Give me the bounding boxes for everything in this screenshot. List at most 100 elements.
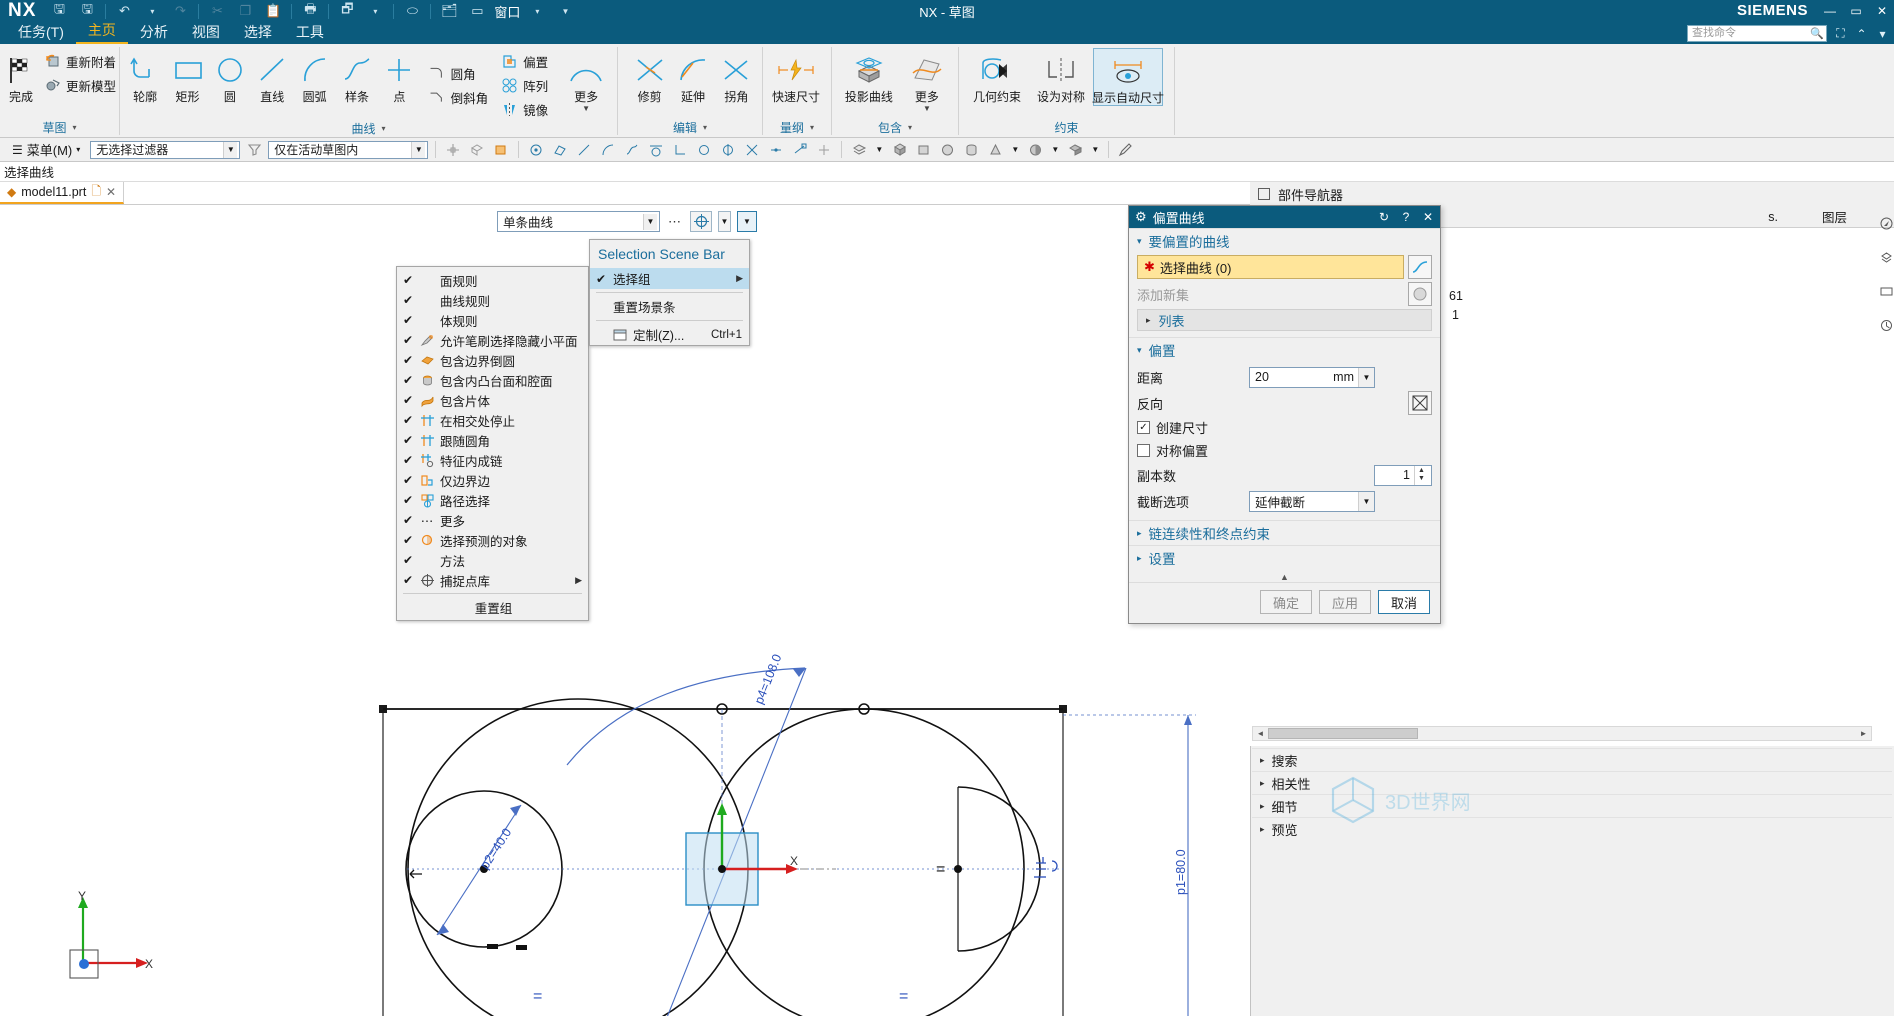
perpendicular-snap-icon[interactable] — [670, 140, 690, 160]
copy-icon[interactable]: ❐ — [232, 1, 258, 21]
ribbon-group-label-sketch[interactable]: 草图 ▾ — [0, 119, 119, 137]
window-menu-caret-icon[interactable]: ▾ — [524, 1, 550, 21]
reset-icon[interactable]: ↻ — [1376, 210, 1392, 224]
mirror-button[interactable]: 镜像 — [499, 98, 553, 120]
midpoint-snap-icon[interactable] — [766, 140, 786, 160]
qat-overflow-icon[interactable]: ▼ — [552, 1, 578, 21]
window-switch-icon[interactable]: 🗗 — [334, 1, 360, 21]
layer-settings-icon[interactable] — [849, 140, 869, 160]
menu-item-path-selection[interactable]: ✔ 路径选择 — [397, 490, 588, 510]
accordion-search[interactable]: ▸ 搜索 — [1252, 748, 1892, 771]
ribbon-group-label-include[interactable]: 包含 ▾ — [832, 119, 958, 137]
tab-tools[interactable]: 工具 — [284, 22, 336, 44]
section-curves-to-offset[interactable]: ▾ 要偏置的曲线 — [1129, 228, 1440, 253]
create-dimension-row[interactable]: ✓ 创建尺寸 — [1137, 416, 1432, 439]
distance-input[interactable]: 20 mm ▼ — [1249, 366, 1375, 388]
ok-button[interactable]: 确定 — [1260, 590, 1312, 614]
window-menu-label[interactable]: 窗口 — [492, 1, 522, 21]
ribbon-group-label-edit[interactable]: 编辑 ▾ — [618, 119, 762, 137]
tangent-snap-icon[interactable] — [646, 140, 666, 160]
section-offset[interactable]: ▾ 偏置 — [1129, 337, 1440, 362]
tab-home[interactable]: 主页 — [75, 20, 128, 44]
selection-scene-bar-menu[interactable]: Selection Scene Bar ✔ 选择组 ▶ 重置场景条 定制(Z).… — [589, 239, 750, 346]
pencil-icon[interactable] — [1116, 140, 1136, 160]
scene-menu-item-reset-scene-bar[interactable]: 重置场景条 — [590, 296, 749, 317]
reverse-direction-icon[interactable] — [1408, 391, 1432, 415]
line-snap-icon[interactable] — [574, 140, 594, 160]
tab-view[interactable]: 视图 — [180, 22, 232, 44]
cut-icon[interactable]: ✂ — [204, 1, 230, 21]
menu-button[interactable]: ☰ 菜单(M) ▾ — [6, 140, 86, 159]
menu-item-method[interactable]: ✔ 方法 — [397, 550, 588, 570]
make-symmetric-button[interactable]: 设为对称 — [1029, 48, 1093, 104]
chevron-down-icon[interactable]: ▾ — [810, 120, 814, 136]
chevron-down-icon[interactable]: ▼ — [1358, 491, 1374, 511]
system-icon[interactable] — [1878, 274, 1894, 308]
block-icon[interactable] — [913, 140, 933, 160]
trim-option-combo[interactable]: 延伸截断 ▼ — [1249, 490, 1375, 512]
dialog-collapse-handle[interactable]: ▲ — [1129, 570, 1440, 582]
chamfer-button[interactable]: 倒斜角 — [427, 86, 494, 108]
scroll-right-icon[interactable]: ► — [1856, 727, 1871, 740]
corner-button[interactable]: 拐角 — [715, 48, 758, 104]
search-icon[interactable]: 🔍 — [1810, 27, 1824, 42]
curve-rule-combo[interactable]: 单条曲线 ▼ — [497, 211, 660, 232]
shaded-body-icon[interactable] — [467, 140, 487, 160]
extend-button[interactable]: 延伸 — [671, 48, 714, 104]
profile-button[interactable]: 轮廓 — [124, 48, 166, 104]
show-auto-dimension-button[interactable]: 显示自动尺寸 — [1092, 48, 1164, 106]
reattach-button[interactable]: 重新附着 — [42, 50, 121, 72]
chevron-down-icon[interactable]: ▾ — [73, 120, 77, 136]
endpoint-snap-icon[interactable] — [790, 140, 810, 160]
help-icon[interactable]: ▾ — [1875, 27, 1890, 41]
create-dimension-checkbox[interactable]: ✓ — [1137, 421, 1150, 434]
update-model-button[interactable]: 更新模型 — [42, 74, 121, 96]
shading-caret-icon[interactable]: ▼ — [1089, 140, 1101, 160]
paste-icon[interactable]: 📋 — [260, 1, 286, 21]
add-new-set-row[interactable]: 添加新集 — [1137, 282, 1432, 306]
table-row-layer-1[interactable]: 1 — [1452, 308, 1459, 322]
tile-icon[interactable]: 🗂 — [436, 1, 462, 21]
minimize-ribbon-icon[interactable]: ⌃ — [1854, 27, 1869, 41]
apply-button[interactable]: 应用 — [1319, 590, 1371, 614]
fillet-button[interactable]: 圆角 — [427, 62, 494, 84]
intersection-snap-icon[interactable] — [742, 140, 762, 160]
chevron-down-icon[interactable]: ▾ — [382, 121, 386, 137]
ribbon-group-label-constraint[interactable]: 约束 — [959, 119, 1174, 137]
newwin-icon[interactable]: ▭ — [464, 1, 490, 21]
close-icon[interactable]: ✕ — [106, 185, 116, 199]
curve-pick-icon[interactable] — [1408, 255, 1432, 279]
minimize-icon[interactable]: — — [1822, 4, 1838, 18]
add-set-icon[interactable] — [1408, 282, 1432, 306]
more-include-caret-icon[interactable]: ▼ — [923, 104, 931, 113]
trim-button[interactable]: 修剪 — [628, 48, 671, 104]
rectangle-button[interactable]: 矩形 — [166, 48, 208, 104]
close-icon[interactable]: ✕ — [1420, 210, 1436, 224]
help-icon[interactable]: ? — [1398, 210, 1414, 224]
project-curve-button[interactable]: 投影曲线 — [838, 48, 900, 104]
tab-select[interactable]: 选择 — [232, 22, 284, 44]
selection-scope-combo[interactable]: 仅在活动草图内 ▼ — [268, 140, 429, 159]
close-icon[interactable]: ✕ — [1874, 4, 1890, 18]
redo-icon[interactable]: ↷ — [167, 1, 193, 21]
solid-body-icon[interactable] — [889, 140, 909, 160]
spline-button[interactable]: 样条 — [336, 48, 378, 104]
arc-button[interactable]: 圆弧 — [294, 48, 336, 104]
search-input[interactable]: 查找命令 🔍 — [1687, 25, 1827, 42]
body-caret-icon[interactable]: ▼ — [1009, 140, 1021, 160]
menu-item-follow-fillet[interactable]: ✔ 跟随圆角 — [397, 430, 588, 450]
list-bar[interactable]: ▸ 列表 — [1137, 309, 1432, 331]
history-icon[interactable] — [1878, 308, 1894, 342]
menu-item-stop-at-intersection[interactable]: ✔ 在相交处停止 — [397, 410, 588, 430]
part-navigator-hscrollbar[interactable]: ◄ ► — [1252, 726, 1872, 741]
chevron-down-icon[interactable]: ▼ — [1358, 367, 1374, 387]
chevron-down-icon[interactable]: ▼ — [411, 141, 426, 158]
snap-caret-icon[interactable]: ▼ — [718, 211, 731, 232]
point-on-curve-icon[interactable] — [694, 140, 714, 160]
render-style-icon[interactable] — [1025, 140, 1045, 160]
curve-rule-icon[interactable] — [526, 140, 546, 160]
save-icon[interactable]: 🖫 — [46, 1, 72, 21]
selection-context-menu[interactable]: ✔ 面规则 ✔ 曲线规则 ✔ 体规则 ✔ 允许笔刷选择隐藏小平面 ✔ 包含边界倒… — [396, 266, 589, 621]
quadrant-snap-icon[interactable] — [718, 140, 738, 160]
chevron-down-icon[interactable]: ▼ — [223, 141, 238, 158]
